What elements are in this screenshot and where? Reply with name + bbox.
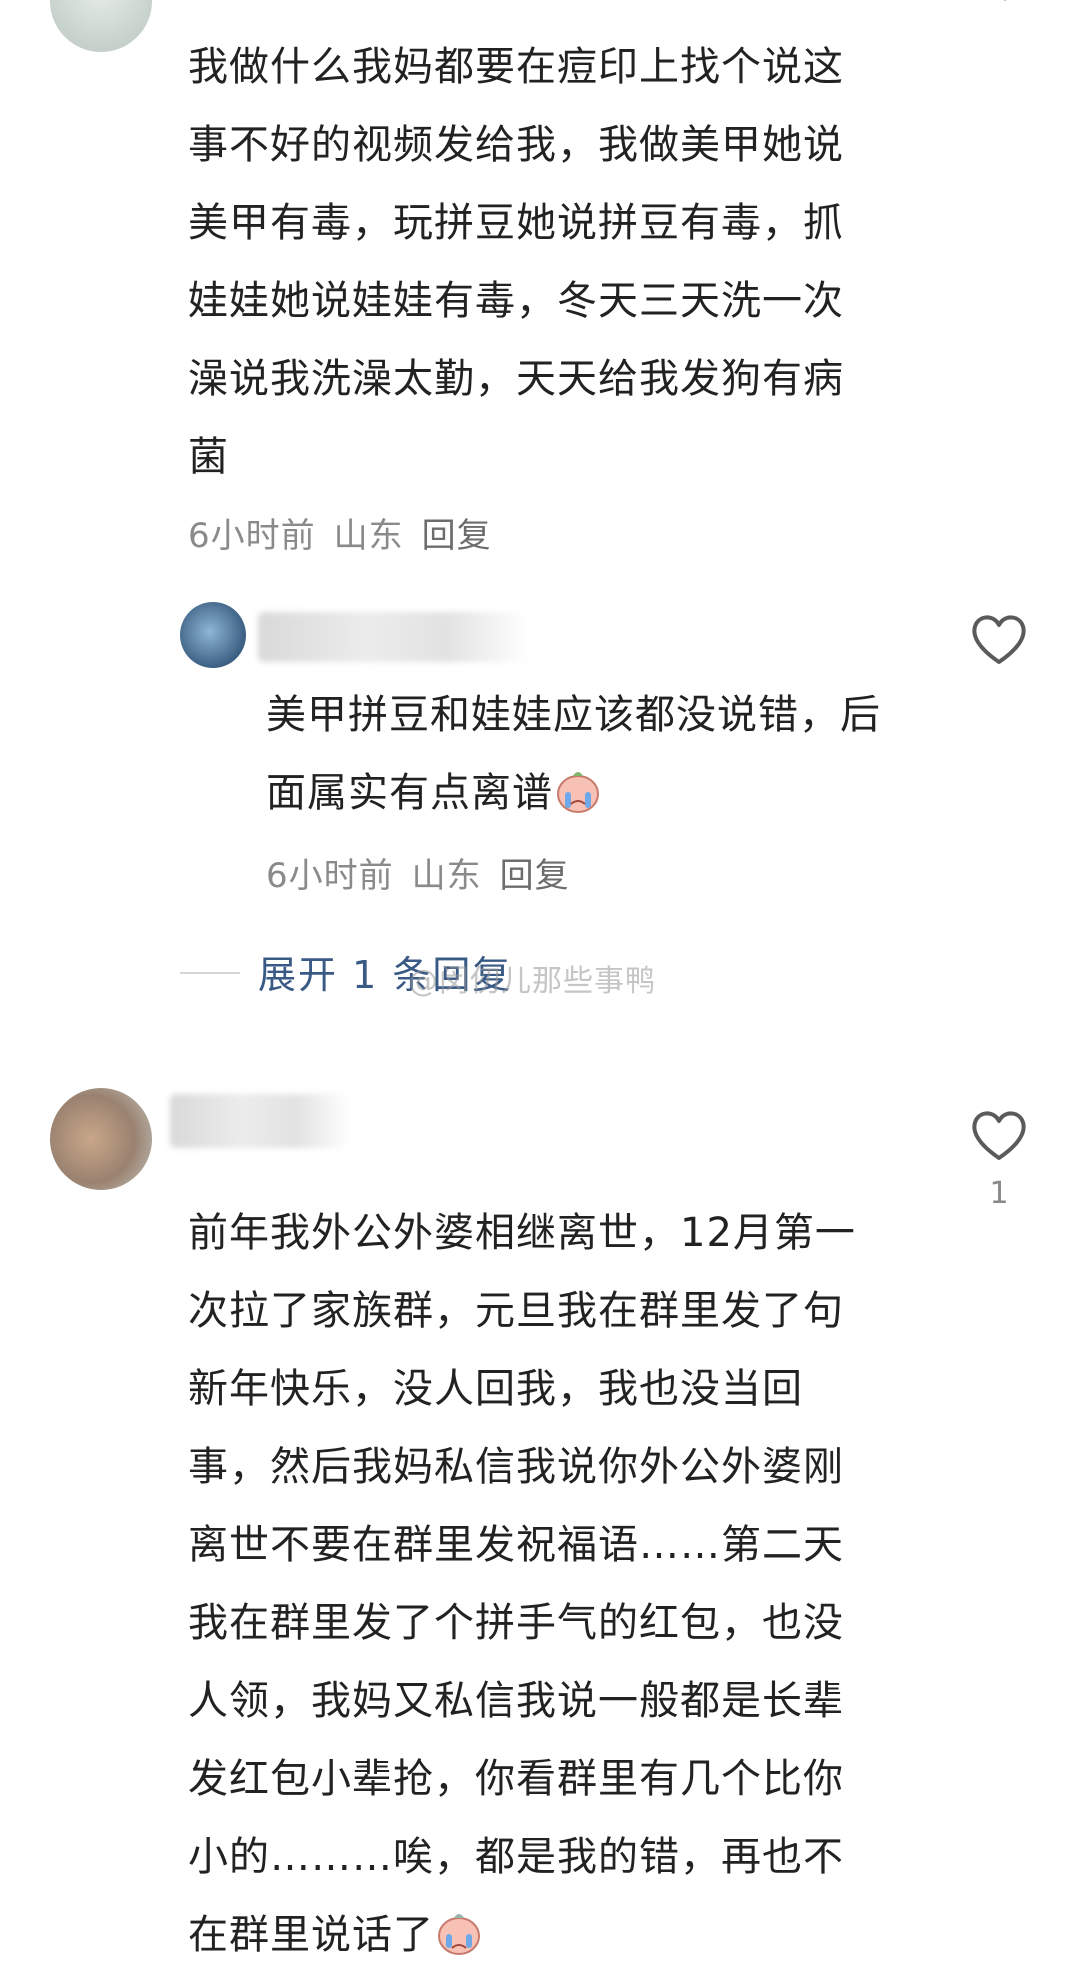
username-blurred[interactable]	[258, 612, 528, 662]
like-button[interactable]	[970, 1108, 1028, 1162]
heart-outline-icon	[972, 1111, 1026, 1160]
divider	[180, 972, 240, 974]
avatar[interactable]	[50, 0, 152, 52]
avatar[interactable]	[180, 602, 246, 668]
chevron-down-icon[interactable]	[985, 0, 1025, 8]
watermark: @闵仞儿那些事鸭	[408, 964, 656, 999]
reply-button[interactable]: 回复	[422, 516, 492, 556]
crying-face-emoji-icon	[434, 1906, 484, 1956]
reply-button[interactable]: 回复	[500, 856, 570, 896]
comment-time: 6小时前	[188, 516, 316, 556]
comment-meta: 6小时前 山东 回复	[188, 508, 510, 557]
comment-text: 前年我外公外婆相继离世，12月第一 次拉了家族群，元旦我在群里发了句 新年快乐，…	[188, 1210, 856, 1958]
reply-time: 6小时前	[266, 856, 394, 896]
username-blurred[interactable]	[170, 1094, 350, 1148]
reply-location: 山东	[411, 856, 482, 896]
crying-face-emoji-icon	[553, 764, 603, 814]
comment-text: 我做什么我妈都要在痘印上找个说这 事不好的视频发给我，我做美甲她说 美甲有毒，玩…	[188, 44, 844, 480]
reply-meta: 6小时前 山东 回复	[266, 848, 588, 897]
reply-text: 美甲拼豆和娃娃应该都没说错，后 面属实有点离谱	[266, 692, 881, 816]
heart-outline-icon	[972, 615, 1026, 664]
comment-location: 山东	[333, 516, 404, 556]
avatar[interactable]	[50, 1088, 152, 1190]
like-button[interactable]	[970, 612, 1028, 666]
like-count: 1	[989, 1176, 1009, 1211]
